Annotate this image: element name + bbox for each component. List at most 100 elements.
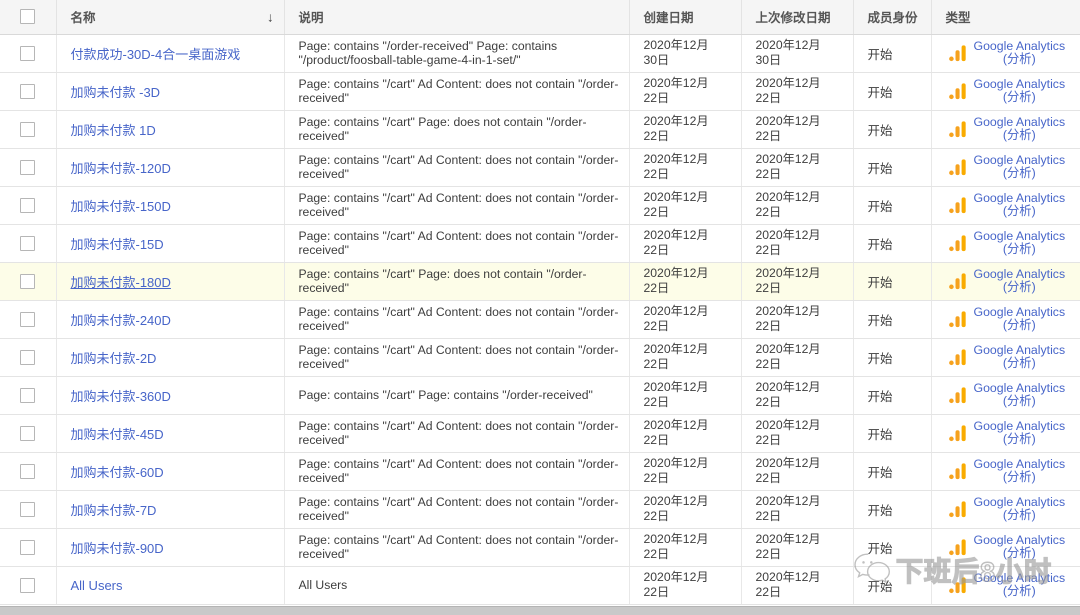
table-row[interactable]: 加购未付款-150D Page: contains "/cart" Ad Cont… [0,186,1080,225]
segment-name-link[interactable]: 付款成功-30D-4合一桌面游戏 [71,47,241,62]
row-select-cell[interactable] [0,490,57,529]
segment-name-link[interactable]: 加购未付款-360D [71,389,171,404]
row-checkbox[interactable] [20,539,36,555]
row-checkbox[interactable] [20,45,36,61]
type-cell: Google Analytics (分析) [931,262,1080,301]
table-row[interactable]: 加购未付款-360D Page: contains "/cart" Page: c… [0,376,1080,415]
row-select-cell[interactable] [0,224,57,263]
select-all-checkbox[interactable] [20,9,36,25]
type-label[interactable]: Google Analytics (分析) [974,230,1066,256]
segment-name-link[interactable]: 加购未付款-240D [71,313,171,328]
segment-name-link[interactable]: 加购未付款-120D [71,161,171,176]
row-checkbox[interactable] [20,121,36,137]
table-row[interactable]: 加购未付款-120D Page: contains "/cart" Ad Cont… [0,148,1080,187]
segment-name-link[interactable]: 加购未付款-60D [71,465,164,480]
row-checkbox[interactable] [20,463,36,479]
type-label[interactable]: Google Analytics (分析) [974,458,1066,484]
type-content: Google Analytics (分析) [946,306,1071,332]
row-checkbox[interactable] [20,387,36,403]
row-select-cell[interactable] [0,414,57,453]
segment-name-link[interactable]: All Users [71,578,123,593]
row-select-cell[interactable] [0,72,57,111]
row-select-cell[interactable] [0,566,57,605]
table-row[interactable]: 加购未付款-180D Page: contains "/cart" Page: d… [0,262,1080,301]
select-all-header[interactable] [0,0,57,35]
table-row[interactable]: 加购未付款-60D Page: contains "/cart" Ad Conte… [0,452,1080,491]
row-checkbox[interactable] [20,349,36,365]
type-label[interactable]: Google Analytics (分析) [974,40,1066,66]
table-row[interactable]: 加购未付款-15D Page: contains "/cart" Ad Conte… [0,224,1080,263]
row-select-cell[interactable] [0,110,57,149]
type-label[interactable]: Google Analytics (分析) [974,116,1066,142]
row-select-cell[interactable] [0,338,57,377]
segment-name-link[interactable]: 加购未付款 -3D [71,85,161,100]
table-row[interactable]: 加购未付款 1D Page: contains "/cart" Page: doe… [0,110,1080,149]
type-label[interactable]: Google Analytics (分析) [974,344,1066,370]
row-select-cell[interactable] [0,148,57,187]
table-row[interactable]: All Users All Users 2020年12月 22日 2020年12月 22日… [0,566,1080,605]
table-row[interactable]: 加购未付款 -3D Page: contains "/cart" Ad Conte… [0,72,1080,111]
row-select-cell[interactable] [0,262,57,301]
column-header-modified-date[interactable]: 上次修改日期 [741,0,854,35]
type-label[interactable]: Google Analytics (分析) [974,268,1066,294]
segment-name-link[interactable]: 加购未付款-2D [71,351,157,366]
segment-name-link[interactable]: 加购未付款-180D [71,275,171,290]
segment-name-link[interactable]: 加购未付款-15D [71,237,164,252]
membership-cell: 开始 [853,186,932,225]
segment-name-link[interactable]: 加购未付款-7D [71,503,157,518]
type-label[interactable]: Google Analytics (分析) [974,382,1066,408]
table-row[interactable]: 加购未付款-240D Page: contains "/cart" Ad Cont… [0,300,1080,339]
segment-name-link[interactable]: 加购未付款 1D [71,123,156,138]
column-header-type[interactable]: 类型 [931,0,1080,35]
table-row[interactable]: 加购未付款-45D Page: contains "/cart" Ad Conte… [0,414,1080,453]
type-content: Google Analytics (分析) [946,382,1071,408]
table-row[interactable]: 加购未付款-2D Page: contains "/cart" Ad Conten… [0,338,1080,377]
table-row[interactable]: 加购未付款-90D Page: contains "/cart" Ad Conte… [0,528,1080,567]
row-checkbox[interactable] [20,197,36,213]
column-header-name[interactable]: 名称 ↓ [56,0,285,35]
column-header-membership[interactable]: 成员身份 [853,0,932,35]
row-checkbox[interactable] [20,577,36,593]
google-analytics-icon [948,44,966,61]
column-header-description[interactable]: 说明 [284,0,630,35]
row-select-cell[interactable] [0,300,57,339]
type-label[interactable]: Google Analytics (分析) [974,534,1066,560]
type-label[interactable]: Google Analytics (分析) [974,306,1066,332]
type-label-main: Google Analytics [973,115,1066,129]
type-label[interactable]: Google Analytics (分析) [974,496,1066,522]
segment-name-link[interactable]: 加购未付款-45D [71,427,164,442]
type-content: Google Analytics (分析) [946,534,1071,560]
segment-name-link[interactable]: 加购未付款-150D [71,199,171,214]
row-select-cell[interactable] [0,34,57,73]
type-label[interactable]: Google Analytics (分析) [974,420,1066,446]
created-date-cell: 2020年12月 22日 [629,338,742,377]
type-label[interactable]: Google Analytics (分析) [974,192,1066,218]
type-cell: Google Analytics (分析) [931,186,1080,225]
segment-name-cell: 加购未付款-2D [56,338,285,377]
row-select-cell[interactable] [0,376,57,415]
column-header-created-date[interactable]: 创建日期 [629,0,742,35]
type-label[interactable]: Google Analytics (分析) [974,78,1066,104]
segment-description-cell: Page: contains "/cart" Page: does not co… [284,110,630,149]
type-cell: Google Analytics (分析) [931,148,1080,187]
row-select-cell[interactable] [0,452,57,491]
row-checkbox[interactable] [20,159,36,175]
modified-date-cell: 2020年12月 22日 [741,528,854,567]
type-label[interactable]: Google Analytics (分析) [974,154,1066,180]
row-checkbox[interactable] [20,235,36,251]
sort-descending-icon[interactable]: ↓ [267,10,274,23]
bottom-scrollbar-strip[interactable] [0,606,1080,615]
row-checkbox[interactable] [20,501,36,517]
modified-date-text: 2020年12月 [755,342,821,356]
row-select-cell[interactable] [0,186,57,225]
table-row[interactable]: 付款成功-30D-4合一桌面游戏 Page: contains "/order-r… [0,34,1080,73]
segment-name-link[interactable]: 加购未付款-90D [71,541,164,556]
type-label[interactable]: Google Analytics (分析) [974,572,1066,598]
table-row[interactable]: 加购未付款-7D Page: contains "/cart" Ad Conten… [0,490,1080,529]
row-select-cell[interactable] [0,528,57,567]
row-checkbox[interactable] [20,83,36,99]
created-date-text: 22日 [643,547,670,561]
row-checkbox[interactable] [20,311,36,327]
row-checkbox[interactable] [20,425,36,441]
row-checkbox[interactable] [20,273,36,289]
